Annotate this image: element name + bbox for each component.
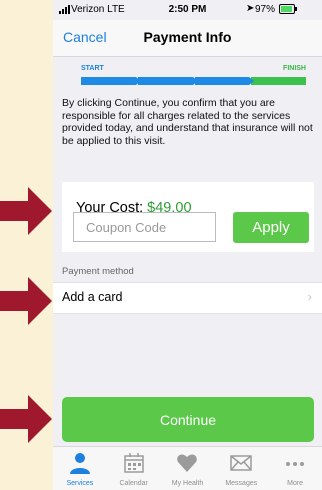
progress-finish-label: FINISH: [283, 65, 306, 72]
coupon-row: Apply: [62, 212, 314, 246]
payment-method-label: Payment method: [62, 266, 134, 277]
tab-label: More: [287, 480, 304, 487]
progress-indicator: START FINISH: [81, 63, 306, 93]
tab-more[interactable]: More: [268, 447, 322, 490]
tab-label: My Health: [171, 480, 204, 487]
battery-icon: [279, 4, 297, 14]
more-dots-icon: [286, 462, 305, 466]
coupon-code-input[interactable]: [73, 212, 216, 242]
annotation-arrow-icon: [0, 277, 52, 325]
add-card-label: Add a card: [62, 290, 123, 304]
tab-bar: Services Calendar My Health Messages Mor…: [53, 446, 322, 490]
page-title: Payment Info: [143, 29, 232, 45]
annotation-arrow-icon: [0, 187, 52, 235]
continue-button[interactable]: Continue: [62, 397, 314, 442]
tab-label: Services: [66, 480, 94, 487]
progress-step-current: [251, 77, 306, 85]
tab-calendar[interactable]: Calendar: [107, 447, 161, 490]
tab-label: Messages: [225, 480, 258, 487]
tab-label: Calendar: [119, 480, 148, 487]
progress-track: [81, 77, 306, 85]
envelope-icon: [230, 455, 253, 471]
progress-step: [137, 77, 198, 85]
progress-step: [81, 77, 141, 85]
apply-button[interactable]: Apply: [233, 212, 309, 243]
status-bar: Verizon LTE 2:50 PM ➤ 97%: [53, 0, 322, 20]
battery-percent: 97%: [255, 4, 276, 15]
tab-messages[interactable]: Messages: [214, 447, 268, 490]
add-card-row[interactable]: Add a card ›: [53, 282, 322, 314]
location-arrow-icon: ➤: [246, 3, 255, 14]
progress-start-label: START: [81, 65, 104, 72]
phone-screen: Verizon LTE 2:50 PM ➤ 97% Cancel Payment…: [53, 0, 322, 490]
annotation-arrow-icon: [0, 395, 52, 443]
progress-step: [194, 77, 254, 85]
navigation-bar: Cancel Payment Info: [53, 20, 322, 57]
disclaimer-text: By clicking Continue, you confirm that y…: [62, 97, 313, 147]
person-icon: [69, 453, 90, 474]
tab-services[interactable]: Services: [53, 447, 107, 490]
calendar-icon: [123, 453, 144, 473]
tab-my-health[interactable]: My Health: [161, 447, 215, 490]
heart-icon: [177, 454, 198, 472]
chevron-right-icon: ›: [307, 289, 312, 304]
